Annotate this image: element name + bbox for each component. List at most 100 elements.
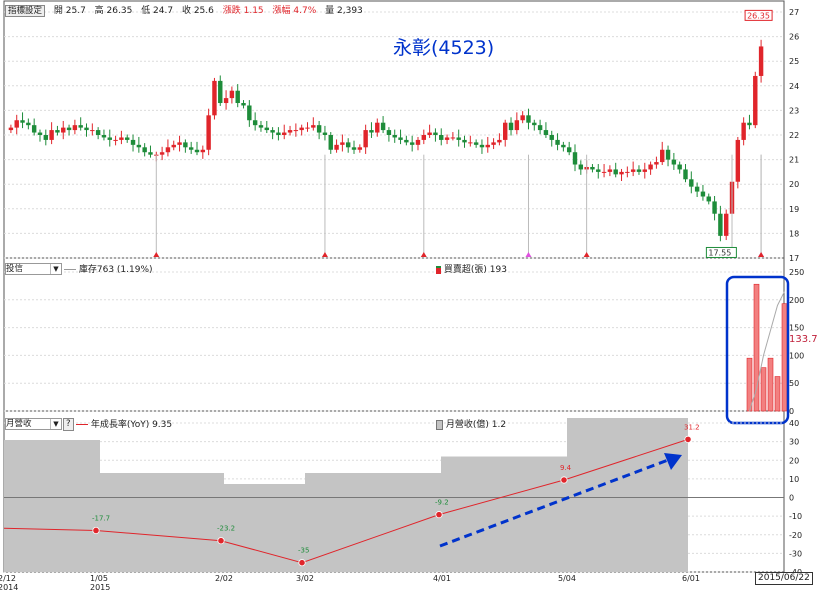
candle-body xyxy=(526,115,531,123)
chart-canvas: 171819202122232425262726.3517.5505010015… xyxy=(0,0,804,591)
price-tick-label: 23 xyxy=(789,106,799,115)
chevron-down-icon[interactable]: ▼ xyxy=(50,419,61,429)
candle-body xyxy=(14,120,19,128)
netbuy-legend: 買賣超(張) 193 xyxy=(436,262,507,275)
yoy-point xyxy=(560,476,568,484)
candle-body xyxy=(130,139,136,145)
candle-body xyxy=(700,191,706,197)
candle-body xyxy=(648,164,653,170)
candle-body xyxy=(485,144,490,148)
candle-body xyxy=(409,142,415,145)
candle-body xyxy=(561,144,566,148)
candle-body xyxy=(543,130,549,135)
price-tick-label: 25 xyxy=(789,57,799,66)
yoy-point-label: -9.2 xyxy=(435,499,449,507)
candle-body xyxy=(654,162,659,165)
candle-body xyxy=(223,98,229,104)
candle-body xyxy=(555,139,560,145)
revenue-tick-label: -30 xyxy=(789,549,802,558)
candle-body xyxy=(171,144,176,148)
candle-body xyxy=(183,142,188,148)
candle-body xyxy=(514,120,520,131)
candle-body xyxy=(491,142,496,145)
candle-body xyxy=(537,125,543,131)
candle-body xyxy=(101,135,107,138)
candle-body xyxy=(247,105,252,121)
candle-body xyxy=(642,169,647,172)
x-tick-label: 3/02 xyxy=(296,574,314,583)
candle-body xyxy=(712,201,717,214)
candle-body xyxy=(55,130,60,133)
x-tick-label: 4/01 xyxy=(433,574,451,583)
candle-body xyxy=(747,122,752,126)
candle-body xyxy=(636,169,642,172)
trust-tick-label: 150 xyxy=(789,324,804,333)
candle-body xyxy=(596,169,601,172)
inventory-legend: 庫存763 (1.19%) xyxy=(64,262,153,275)
candle-body xyxy=(66,127,72,131)
revenue-select-value: 月營收 xyxy=(6,419,32,429)
candle-body xyxy=(433,132,438,135)
yoy-point xyxy=(684,435,692,443)
signal-marker xyxy=(583,252,590,257)
netbuy-legend-swatch xyxy=(436,265,441,274)
candle-body xyxy=(345,142,351,148)
trust-tick-label: 200 xyxy=(789,296,804,305)
candle-body xyxy=(61,127,66,133)
candle-body xyxy=(671,159,677,165)
price-tick-label: 27 xyxy=(789,8,799,17)
revenue-tick-label: 0 xyxy=(789,494,794,503)
candle-body xyxy=(159,152,165,155)
candle-body xyxy=(20,120,25,123)
price-tick-label: 26 xyxy=(789,33,799,42)
candle-body xyxy=(625,171,630,173)
netbuy-legend-text: 買賣超(張) 193 xyxy=(443,265,507,275)
candle-body xyxy=(165,147,171,153)
candle-body xyxy=(532,122,537,126)
candle-body xyxy=(95,130,101,135)
help-button[interactable]: ? xyxy=(63,418,74,431)
candle-body xyxy=(369,130,374,133)
candle-body xyxy=(31,125,37,133)
trust-select[interactable]: 投信 ▼ xyxy=(5,263,62,275)
price-tick-label: 17 xyxy=(789,254,799,263)
candle-body xyxy=(177,142,182,145)
candle-body xyxy=(398,137,403,140)
candle-body xyxy=(607,169,613,172)
yoy-point xyxy=(435,511,443,519)
candle-body xyxy=(258,125,264,128)
candle-body xyxy=(229,90,235,99)
candle-body xyxy=(136,144,142,148)
indicator-settings-button[interactable]: 指標設定 xyxy=(5,5,46,17)
candle-body xyxy=(741,122,746,140)
candle-body xyxy=(723,213,729,236)
x-tick-label: 2/02 xyxy=(215,574,233,583)
yoy-point xyxy=(298,559,306,567)
candle-body xyxy=(282,132,287,135)
candle-body xyxy=(270,130,275,133)
candle-body xyxy=(473,142,479,145)
candle-body xyxy=(735,139,741,182)
candle-body xyxy=(26,122,31,126)
candle-body xyxy=(375,122,380,133)
revenue-select[interactable]: 月營收 ▼ xyxy=(5,418,62,430)
yoy-point xyxy=(92,526,100,535)
candle-body xyxy=(357,147,363,150)
revenue-tick-label: 30 xyxy=(789,438,799,447)
candle-body xyxy=(252,120,258,126)
candle-body xyxy=(148,152,153,155)
candle-body xyxy=(694,186,700,192)
x-tick-label: 2/12 xyxy=(0,574,16,583)
revenue-legend-text: 月營收(億) 1.2 xyxy=(445,420,507,430)
signal-marker xyxy=(420,252,427,257)
chevron-down-icon[interactable]: ▼ xyxy=(50,264,61,274)
open-price: 開 25.7 xyxy=(53,6,86,16)
stock-title: 永彰(4523) xyxy=(393,37,495,59)
trust-tick-label: 0 xyxy=(789,407,794,416)
candle-body xyxy=(590,166,595,170)
candle-body xyxy=(386,130,392,135)
netbuy-bar xyxy=(767,357,774,412)
candle-body xyxy=(566,147,572,153)
candle-body xyxy=(194,149,200,153)
candle-body xyxy=(520,115,525,121)
